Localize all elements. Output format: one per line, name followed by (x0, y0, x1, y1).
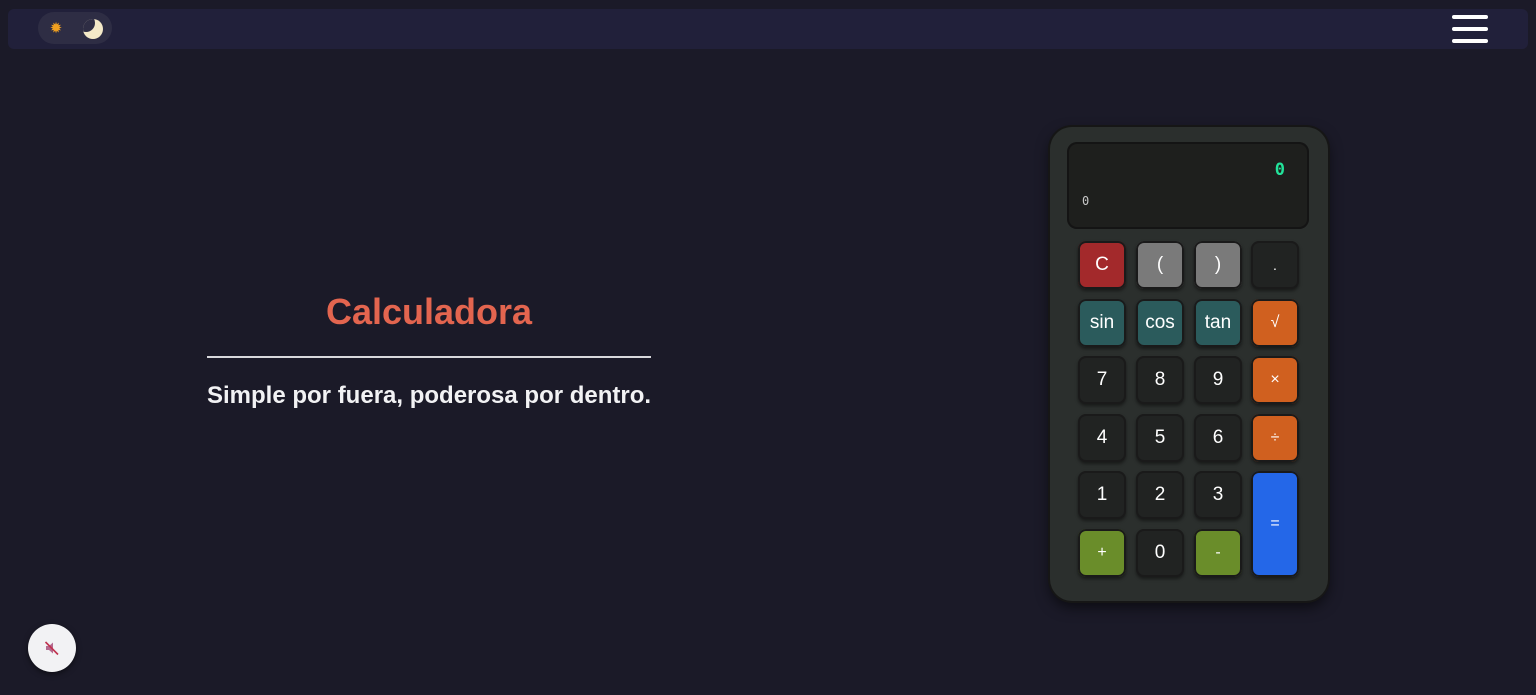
divide-button[interactable]: ÷ (1251, 414, 1299, 462)
plus-button[interactable]: + (1078, 529, 1126, 577)
hero-section: Calculadora Simple por fuera, poderosa p… (207, 290, 651, 411)
title-divider (207, 356, 651, 358)
equals-button[interactable]: = (1251, 471, 1299, 577)
hamburger-menu-icon[interactable] (1452, 14, 1488, 44)
cos-button[interactable]: cos (1136, 299, 1184, 347)
page-subtitle: Simple por fuera, poderosa por dentro. (207, 382, 652, 409)
display-result: 0 (1274, 160, 1285, 180)
open-paren-button[interactable]: ( (1136, 241, 1184, 289)
digit-8-button[interactable]: 8 (1136, 356, 1184, 404)
calculator: 0 0 C ( ) . sin cos tan √ 7 8 9 × 4 5 6 … (1050, 127, 1328, 601)
moon-icon[interactable] (83, 19, 103, 39)
page-title: Calculadora (325, 291, 533, 332)
digit-7-button[interactable]: 7 (1078, 356, 1126, 404)
muted-speaker-icon (44, 641, 59, 656)
tan-button[interactable]: tan (1194, 299, 1242, 347)
digit-5-button[interactable]: 5 (1136, 414, 1184, 462)
digit-9-button[interactable]: 9 (1194, 356, 1242, 404)
theme-toggle[interactable]: ✹ (38, 12, 112, 44)
sun-icon[interactable]: ✹ (47, 19, 65, 37)
multiply-button[interactable]: × (1251, 356, 1299, 404)
sqrt-button[interactable]: √ (1251, 299, 1299, 347)
digit-2-button[interactable]: 2 (1136, 471, 1184, 519)
sin-button[interactable]: sin (1078, 299, 1126, 347)
decimal-button[interactable]: . (1251, 241, 1299, 289)
digit-0-button[interactable]: 0 (1136, 529, 1184, 577)
minus-button[interactable]: - (1194, 529, 1242, 577)
sound-toggle-button[interactable] (28, 624, 76, 672)
digit-4-button[interactable]: 4 (1078, 414, 1126, 462)
digit-3-button[interactable]: 3 (1194, 471, 1242, 519)
digit-6-button[interactable]: 6 (1194, 414, 1242, 462)
top-navbar: ✹ (8, 9, 1528, 49)
close-paren-button[interactable]: ) (1194, 241, 1242, 289)
digit-1-button[interactable]: 1 (1078, 471, 1126, 519)
calculator-display: 0 0 (1067, 142, 1309, 229)
display-expression: 0 (1082, 194, 1090, 208)
clear-button[interactable]: C (1078, 241, 1126, 289)
